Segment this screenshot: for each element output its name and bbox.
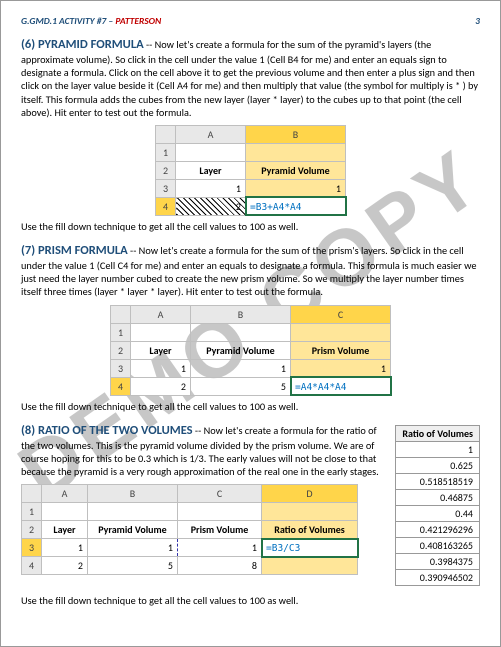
ratio-of-volumes-table: Ratio of Volumes 1 0.625 0.518518519 0.4… <box>395 425 480 586</box>
author-name: PATTERSON <box>115 15 161 27</box>
cell-C4-formula[interactable]: =A4*A4*A4 <box>291 377 391 395</box>
cell-C2: Prism Volume <box>178 521 262 539</box>
ratio-row: 0.390946502 <box>396 569 480 585</box>
section-6-after: Use the fill down technique to get all t… <box>21 220 480 233</box>
excel-grid-8: A B C D 1 2 Layer Pyramid Volume Prism V… <box>21 484 358 575</box>
cell-B3: 1 <box>246 179 346 197</box>
ratio-row: 0.518518519 <box>396 473 480 489</box>
cell-B2: Pyramid Volume <box>246 161 346 179</box>
cell-A4: 2 <box>42 557 88 575</box>
cell-A2: Layer <box>42 521 88 539</box>
section-7-after: Use the fill down technique to get all t… <box>21 400 480 413</box>
section-6-title: (6) PYRAMID FORMULA <box>21 37 144 52</box>
ratio-header: Ratio of Volumes <box>396 425 480 441</box>
section-8-after: Use the fill down technique to get all t… <box>21 594 480 607</box>
section-7: (7) PRISM FORMULA -- Now let's create a … <box>21 243 480 413</box>
row-4-hdr: 4 <box>156 197 176 215</box>
cell-B2: Pyramid Volume <box>191 341 291 359</box>
cell-C2: Prism Volume <box>291 341 391 359</box>
ratio-row: 0.408163265 <box>396 537 480 553</box>
section-7-title: (7) PRISM FORMULA <box>21 243 128 258</box>
cell-A4: 2 <box>131 377 191 395</box>
row-2-hdr: 2 <box>156 161 176 179</box>
col-C-hdr: C <box>291 305 391 323</box>
cell-C3: 1 <box>178 539 262 557</box>
cell-A3: 1 <box>131 359 191 377</box>
cell-B3: 1 <box>191 359 291 377</box>
cell-A3: 1 <box>176 179 246 197</box>
section-8-title: (8) RATIO OF THE TWO VOLUMES <box>21 423 193 438</box>
page-number: 3 <box>475 15 480 27</box>
corner-cell <box>156 125 176 143</box>
ratio-row: 0.625 <box>396 457 480 473</box>
ratio-row: 0.44 <box>396 505 480 521</box>
col-B-hdr: B <box>191 305 291 323</box>
ratio-row: 0.421296296 <box>396 521 480 537</box>
ratio-row: 0.3984375 <box>396 553 480 569</box>
cell-B2: Pyramid Volume <box>88 521 178 539</box>
page-header: G.GMD.1 ACTIVITY #7 – PATTERSON 3 <box>21 15 480 27</box>
cell-B4: 5 <box>88 557 178 575</box>
ratio-row: 0.46875 <box>396 489 480 505</box>
cell-A3: 1 <box>42 539 88 557</box>
cell-B4-formula[interactable]: =B3+A4*A4 <box>246 197 346 215</box>
cell-B4: 5 <box>191 377 291 395</box>
cell-C4: 8 <box>178 557 262 575</box>
section-6: (6) PYRAMID FORMULA -- Now let's create … <box>21 37 480 233</box>
ratio-row: 1 <box>396 441 480 457</box>
course-code: G.GMD.1 ACTIVITY #7 – <box>21 15 113 27</box>
cell-D2: Ratio of Volumes <box>262 521 358 539</box>
cell-A4: 2 <box>176 197 246 215</box>
col-D-hdr: D <box>262 485 358 503</box>
section-8: Ratio of Volumes 1 0.625 0.518518519 0.4… <box>21 423 480 607</box>
excel-grid-7: A B C 1 2 Layer Pyramid Volume Prism Vol… <box>110 305 391 396</box>
col-B-hdr: B <box>246 125 346 143</box>
cell-C3: 1 <box>291 359 391 377</box>
col-A-hdr: A <box>131 305 191 323</box>
col-C-hdr: C <box>178 485 262 503</box>
cell-D3-formula[interactable]: =B3/C3 <box>262 539 358 557</box>
cell-A2: Layer <box>176 161 246 179</box>
row-1-hdr: 1 <box>156 143 176 161</box>
excel-grid-6: A B 1 2 Layer Pyramid Volume 3 1 1 4 2 =… <box>155 125 346 216</box>
row-3-hdr: 3 <box>156 179 176 197</box>
cell-B3: 1 <box>88 539 178 557</box>
col-A-hdr: A <box>176 125 246 143</box>
col-A-hdr: A <box>42 485 88 503</box>
col-B-hdr: B <box>88 485 178 503</box>
cell-A2: Layer <box>131 341 191 359</box>
